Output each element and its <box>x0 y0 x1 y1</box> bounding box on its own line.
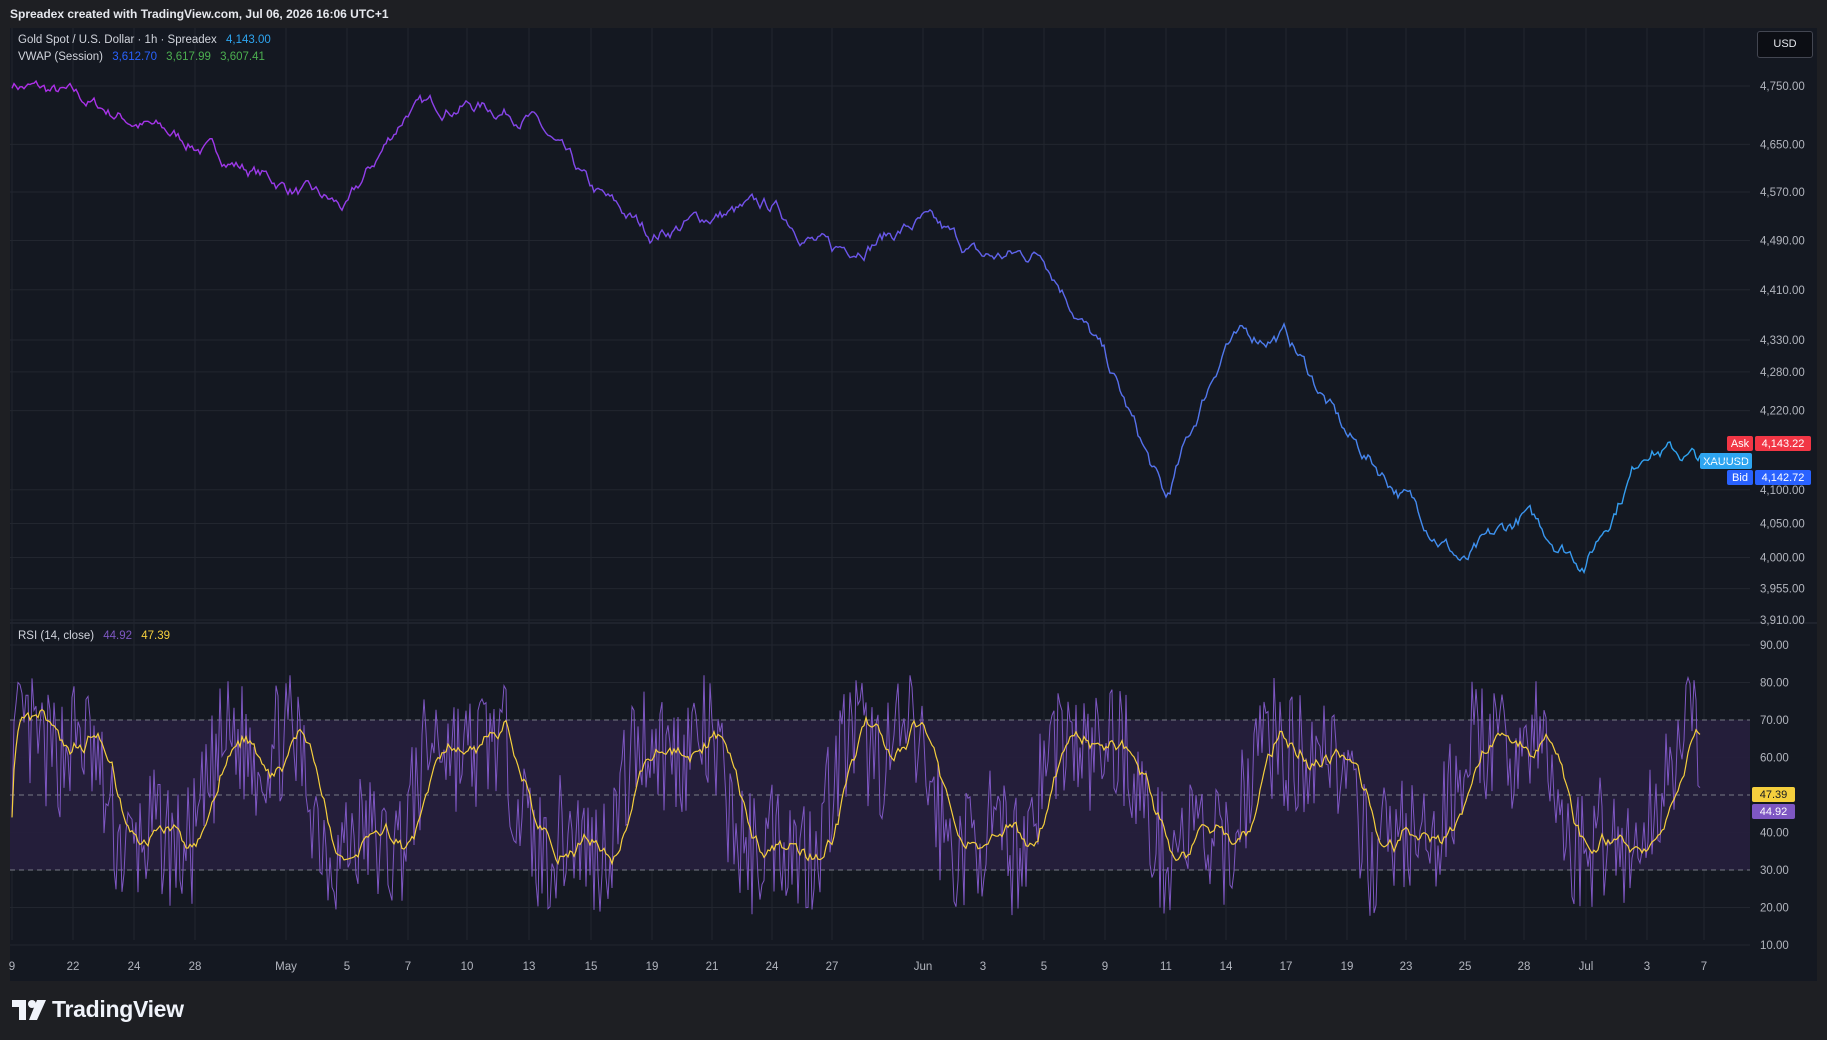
price-tick-label: 4,220.00 <box>1760 406 1805 418</box>
price-tick-label: 4,000.00 <box>1760 553 1805 565</box>
price-tick-label: 4,050.00 <box>1760 518 1805 530</box>
rsi-tick-label: 20.00 <box>1760 903 1789 915</box>
bid-value-tag-text: 4,142.72 <box>1762 472 1805 484</box>
symbol-tag-text: XAUUSD <box>1703 456 1749 468</box>
time-tick-label: 5 <box>1041 961 1047 973</box>
rsi-tick-label: 60.00 <box>1760 753 1789 765</box>
time-tick-label: 25 <box>1459 961 1472 973</box>
time-tick-label: 7 <box>405 961 411 973</box>
rsi-ma-value: 47.39 <box>141 630 171 642</box>
time-tick-label: 5 <box>344 961 350 973</box>
rsi-tick-label: 80.00 <box>1760 678 1789 690</box>
rsi-legend[interactable]: RSI (14, close) 44.92 47.39 <box>18 630 176 642</box>
time-tick-label: 28 <box>1518 961 1531 973</box>
symbol-title: Gold Spot / U.S. Dollar · 1h · Spreadex <box>18 34 217 46</box>
price-tick-label: 4,750.00 <box>1760 81 1805 93</box>
time-tick-label: 24 <box>766 961 779 973</box>
time-tick-label: Jul <box>1579 961 1594 973</box>
last-price-value: 4,143.00 <box>226 34 271 46</box>
ask-label-tag-text: Ask <box>1731 438 1750 450</box>
rsi-ma-tag: 47.39 <box>1752 787 1795 802</box>
time-tick-label: 22 <box>67 961 80 973</box>
time-tick-label: 3 <box>980 961 986 973</box>
rsi-value: 44.92 <box>103 630 133 642</box>
price-tick-label: 3,955.00 <box>1760 584 1805 596</box>
price-tick-label: 4,280.00 <box>1760 367 1805 379</box>
price-tick-label: 4,330.00 <box>1760 335 1805 347</box>
time-tick-label: 19 <box>646 961 659 973</box>
vwap-label: VWAP (Session) <box>18 51 103 63</box>
tradingview-logo-text: TradingView <box>52 996 184 1022</box>
rsi-tick-label: 40.00 <box>1760 828 1789 840</box>
time-tick-label: Jun <box>914 961 933 973</box>
time-tick-label: 10 <box>461 961 474 973</box>
rsi-label: RSI (14, close) <box>18 630 95 642</box>
price-tick-label: 4,650.00 <box>1760 139 1805 151</box>
tradingview-logo[interactable]: TradingView <box>12 996 184 1023</box>
time-tick-label: 14 <box>1220 961 1233 973</box>
rsi-value-tag-text: 44.92 <box>1760 806 1788 818</box>
tradingview-logo-icon <box>12 999 46 1020</box>
rsi-ma-tag-text: 47.39 <box>1760 789 1788 801</box>
footer-bar <box>0 981 1827 1040</box>
time-tick-label: 9 <box>9 961 15 973</box>
time-tick-label: 17 <box>1280 961 1293 973</box>
price-tick-label: 4,100.00 <box>1760 485 1805 497</box>
ask-value-tag: 4,143.22 <box>1755 436 1811 451</box>
time-tick-label: 7 <box>1701 961 1707 973</box>
vwap-value-2: 3,617.99 <box>166 51 211 63</box>
time-tick-label: 13 <box>523 961 536 973</box>
time-tick-label: 27 <box>826 961 839 973</box>
price-tick-label: 4,490.00 <box>1760 235 1805 247</box>
vwap-legend[interactable]: VWAP (Session) 3,612.70 3,617.99 3,607.4… <box>18 51 271 63</box>
currency-button[interactable]: USD <box>1757 31 1813 58</box>
symbol-legend[interactable]: Gold Spot / U.S. Dollar · 1h · Spreadex … <box>18 34 277 46</box>
time-tick-label: 23 <box>1400 961 1413 973</box>
price-tick-label: 4,570.00 <box>1760 187 1805 199</box>
time-tick-label: 11 <box>1160 961 1172 973</box>
time-tick-label: 3 <box>1644 961 1650 973</box>
rsi-tick-label: 10.00 <box>1760 940 1789 952</box>
ask-label-tag: Ask <box>1727 436 1753 451</box>
time-tick-label: 9 <box>1102 961 1108 973</box>
price-tick-label: 3,910.00 <box>1760 615 1805 627</box>
time-tick-label: 15 <box>585 961 598 973</box>
rsi-tick-label: 70.00 <box>1760 715 1789 727</box>
time-tick-label: 21 <box>706 961 719 973</box>
rsi-value-tag: 44.92 <box>1752 804 1795 819</box>
rsi-tick-label: 30.00 <box>1760 865 1789 877</box>
bid-label-tag: Bid <box>1727 470 1753 485</box>
ask-value-tag-text: 4,143.22 <box>1762 438 1805 450</box>
time-tick-label: 28 <box>189 961 202 973</box>
time-tick-label: 24 <box>128 961 141 973</box>
price-tick-label: 4,410.00 <box>1760 285 1805 297</box>
chart-svg[interactable]: 4,750.00 4,650.00 4,570.00 4,490.00 4,410.00… <box>0 0 1827 981</box>
bid-label-tag-text: Bid <box>1732 472 1748 484</box>
vwap-value-1: 3,612.70 <box>112 51 157 63</box>
symbol-tag: XAUUSD <box>1700 453 1752 469</box>
time-tick-label: 19 <box>1341 961 1354 973</box>
bid-value-tag: 4,142.72 <box>1755 470 1811 485</box>
rsi-tick-label: 90.00 <box>1760 640 1789 652</box>
time-tick-label: May <box>275 961 297 973</box>
vwap-value-3: 3,607.41 <box>220 51 265 63</box>
